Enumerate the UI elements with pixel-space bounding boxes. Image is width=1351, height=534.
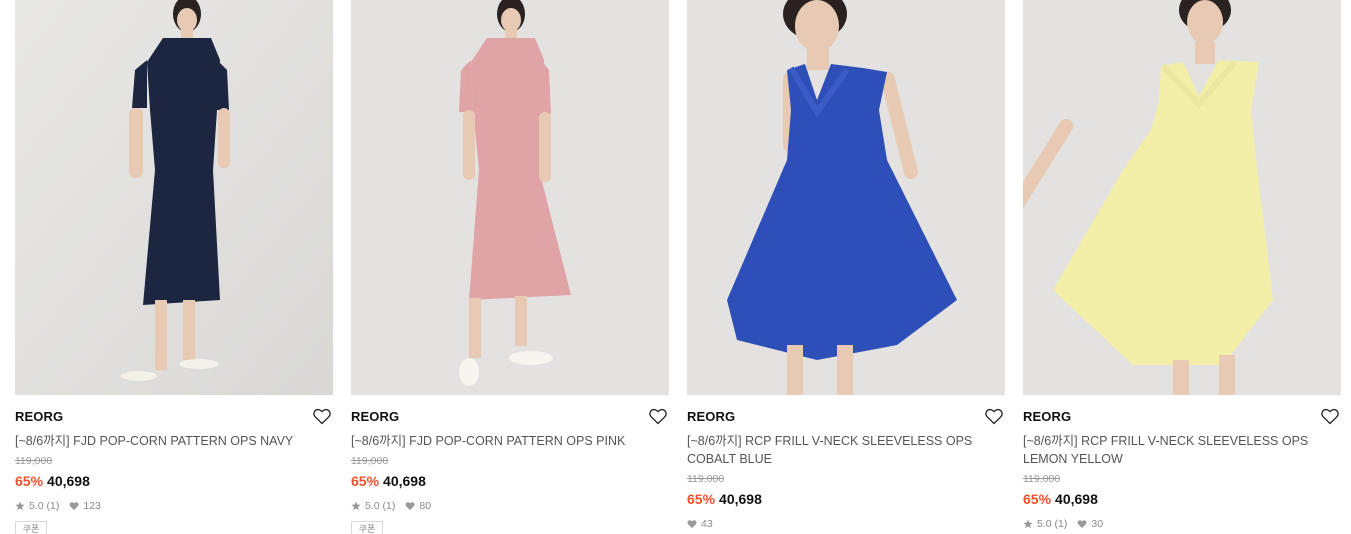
product-card[interactable]: REORG [~8/6까지] FJD POP-CORN PATTERN OPS … <box>15 0 333 534</box>
coupon-badge: 쿠폰 <box>351 521 383 534</box>
rating: 5.0 <box>365 500 380 512</box>
brand-name[interactable]: REORG <box>351 409 669 425</box>
review-count: (1) <box>1054 518 1068 530</box>
product-card[interactable]: REORG [~8/6까지] FJD POP-CORN PATTERN OPS … <box>351 0 669 534</box>
dress-photo-yellow-icon <box>1023 0 1341 395</box>
heart-icon[interactable] <box>1321 408 1339 425</box>
product-card[interactable]: REORG [~8/6까지] RCP FRILL V-NECK SLEEVELE… <box>1023 0 1341 531</box>
heart-filled-icon <box>1077 519 1087 529</box>
product-image[interactable] <box>351 0 669 395</box>
product-meta: 43 <box>687 517 1005 531</box>
product-image[interactable] <box>1023 0 1341 395</box>
like-count: 30 <box>1091 518 1104 530</box>
price-row: 65% 40,698 <box>687 490 1005 508</box>
discount-rate: 65% <box>1023 491 1052 507</box>
rating: 5.0 <box>29 500 44 512</box>
brand-name[interactable]: REORG <box>1023 409 1341 425</box>
product-card[interactable]: REORG [~8/6까지] RCP FRILL V-NECK SLEEVELE… <box>687 0 1005 531</box>
brand-name[interactable]: REORG <box>687 409 1005 425</box>
product-name[interactable]: [~8/6까지] RCP FRILL V-NECK SLEEVELESS OPS… <box>1023 432 1313 468</box>
heart-filled-icon <box>687 519 697 529</box>
like-count: 43 <box>701 518 713 530</box>
heart-icon[interactable] <box>985 408 1003 425</box>
product-image[interactable] <box>15 0 333 395</box>
like-count: 123 <box>83 500 101 512</box>
discount-rate: 65% <box>351 473 380 489</box>
heart-filled-icon <box>69 501 79 511</box>
product-name[interactable]: [~8/6까지] RCP FRILL V-NECK SLEEVELESS OPS… <box>687 432 977 468</box>
sale-price: 40,698 <box>383 473 426 489</box>
star-icon <box>15 501 25 511</box>
star-icon <box>351 501 361 511</box>
discount-rate: 65% <box>687 491 716 507</box>
product-name[interactable]: [~8/6까지] FJD POP-CORN PATTERN OPS PINK <box>351 432 641 450</box>
product-grid: REORG [~8/6까지] FJD POP-CORN PATTERN OPS … <box>0 0 1351 534</box>
coupon-badge: 쿠폰 <box>15 521 47 534</box>
heart-icon[interactable] <box>313 408 331 425</box>
dress-photo-navy-icon <box>15 0 333 395</box>
product-image[interactable] <box>687 0 1005 395</box>
price-row: 65% 40,698 <box>15 472 333 490</box>
sale-price: 40,698 <box>1055 491 1098 507</box>
heart-filled-icon <box>405 501 415 511</box>
rating: 5.0 <box>1037 518 1052 530</box>
product-meta: 5.0 (1) 30 <box>1023 517 1341 531</box>
dress-photo-cobalt-icon <box>687 0 1005 395</box>
product-name[interactable]: [~8/6까지] FJD POP-CORN PATTERN OPS NAVY <box>15 432 305 450</box>
product-meta: 5.0 (1) 80 <box>351 499 669 513</box>
sale-price: 40,698 <box>47 473 90 489</box>
review-count: (1) <box>46 500 60 512</box>
brand-name[interactable]: REORG <box>15 409 333 425</box>
original-price: 119,000 <box>15 455 53 467</box>
original-price: 119,000 <box>1023 473 1061 485</box>
price-row: 65% 40,698 <box>1023 490 1341 508</box>
star-icon <box>1023 519 1033 529</box>
original-price: 119,000 <box>687 473 725 485</box>
discount-rate: 65% <box>15 473 44 489</box>
dress-photo-pink-icon <box>351 0 669 395</box>
sale-price: 40,698 <box>719 491 762 507</box>
original-price: 119,000 <box>351 455 389 467</box>
like-count: 80 <box>419 500 432 512</box>
price-row: 65% 40,698 <box>351 472 669 490</box>
heart-icon[interactable] <box>649 408 667 425</box>
review-count: (1) <box>382 500 396 512</box>
product-meta: 5.0 (1) 123 <box>15 499 333 513</box>
